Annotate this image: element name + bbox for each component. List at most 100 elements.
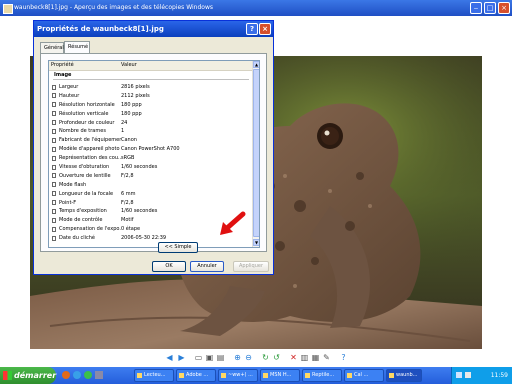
cancel-button[interactable]: Annuler bbox=[190, 261, 224, 272]
taskbar-button[interactable]: Cal ... bbox=[344, 369, 384, 382]
taskbar-button[interactable]: Reptile... bbox=[302, 369, 342, 382]
taskbar-button-active[interactable]: waunb... bbox=[386, 369, 422, 382]
scrollbar-thumb[interactable] bbox=[253, 69, 259, 237]
media-player-icon[interactable] bbox=[62, 371, 70, 379]
property-name: Représentation des cou... bbox=[59, 155, 121, 162]
property-name: Mode de contrôle bbox=[59, 217, 103, 224]
viewer-title: waunbeck8[1].jpg - Aperçu des images et … bbox=[14, 4, 213, 11]
document-icon bbox=[52, 235, 56, 241]
property-value: 6 mm bbox=[121, 190, 136, 197]
list-item[interactable]: Résolution verticale 180 ppp bbox=[49, 110, 252, 119]
messenger-icon[interactable] bbox=[84, 371, 92, 379]
clock[interactable]: 11:59 bbox=[491, 367, 508, 384]
network-icon[interactable] bbox=[456, 372, 462, 378]
copy-to-icon[interactable]: ▦ bbox=[311, 353, 320, 362]
edit-icon[interactable]: ✎ bbox=[322, 353, 331, 362]
rotate-counterclockwise-icon[interactable]: ↺ bbox=[272, 353, 281, 362]
maximize-button[interactable]: □ bbox=[484, 2, 496, 14]
slideshow-icon[interactable]: ▤ bbox=[216, 353, 225, 362]
property-name: Point-F bbox=[59, 199, 77, 206]
property-value: sRGB bbox=[121, 155, 135, 162]
next-image-icon[interactable]: ▶ bbox=[177, 353, 186, 362]
list-header: Propriété Valeur bbox=[49, 61, 252, 71]
ok-button[interactable]: OK bbox=[152, 261, 186, 272]
list-item[interactable]: Longueur de la focale 6 mm bbox=[49, 190, 252, 199]
property-name: Nombre de trames bbox=[59, 128, 106, 135]
document-icon bbox=[52, 164, 56, 170]
document-icon bbox=[52, 173, 56, 179]
taskbar-button-label: Reptile... bbox=[312, 372, 335, 378]
document-icon bbox=[52, 137, 56, 143]
property-name: Compensation de l'expo... bbox=[59, 226, 121, 233]
document-icon bbox=[52, 200, 56, 206]
start-button[interactable]: démarrer bbox=[0, 367, 56, 384]
delete-icon[interactable]: ✕ bbox=[289, 353, 298, 362]
document-icon bbox=[52, 146, 56, 152]
property-name: Résolution verticale bbox=[59, 110, 109, 117]
property-name: Longueur de la focale bbox=[59, 190, 114, 197]
list-scrollbar[interactable]: ▲ ▼ bbox=[252, 61, 259, 247]
document-icon bbox=[52, 226, 56, 232]
print-icon[interactable]: ▥ bbox=[300, 353, 309, 362]
property-value: 1 bbox=[121, 128, 125, 135]
dialog-close-button[interactable]: × bbox=[259, 23, 271, 35]
list-item[interactable]: Nombre de trames 1 bbox=[49, 127, 252, 136]
column-header-property[interactable]: Propriété bbox=[51, 61, 74, 70]
document-icon bbox=[52, 111, 56, 117]
property-value: Canon bbox=[121, 137, 137, 144]
actual-size-icon[interactable]: ▣ bbox=[205, 353, 214, 362]
help-icon[interactable]: ? bbox=[339, 353, 348, 362]
minimize-button[interactable]: ‒ bbox=[470, 2, 482, 14]
taskbar-button[interactable]: Adobe ... bbox=[176, 369, 216, 382]
viewer-title-bar: waunbeck8[1].jpg - Aperçu des images et … bbox=[0, 0, 512, 16]
internet-explorer-icon[interactable] bbox=[73, 371, 81, 379]
zoom-out-icon[interactable]: ⊖ bbox=[244, 353, 253, 362]
group-divider bbox=[53, 79, 249, 80]
list-item[interactable]: Profondeur de couleur 24 bbox=[49, 119, 252, 128]
close-button[interactable]: × bbox=[498, 2, 510, 14]
list-item[interactable]: Hauteur 2112 pixels bbox=[49, 92, 252, 101]
scroll-up-arrow-icon[interactable]: ▲ bbox=[253, 61, 259, 68]
start-label: démarrer bbox=[14, 371, 57, 380]
list-item[interactable]: Point-F F/2,8 bbox=[49, 199, 252, 208]
best-fit-icon[interactable]: ▭ bbox=[194, 353, 203, 362]
simple-view-button[interactable]: << Simple bbox=[158, 242, 198, 253]
app-icon bbox=[263, 373, 268, 378]
scroll-down-arrow-icon[interactable]: ▼ bbox=[253, 239, 259, 246]
app-icon bbox=[347, 373, 352, 378]
previous-image-icon[interactable]: ◀ bbox=[165, 353, 174, 362]
property-name: Mode flash bbox=[59, 181, 87, 188]
taskbar-button[interactable]: Lecteu... bbox=[134, 369, 174, 382]
annotation-arrow-icon bbox=[220, 211, 246, 235]
apply-button: Appliquer bbox=[233, 261, 269, 272]
app-icon bbox=[305, 373, 310, 378]
list-item[interactable]: Fabricant de l'équipement Canon bbox=[49, 136, 252, 145]
volume-icon[interactable] bbox=[465, 372, 471, 378]
column-header-value[interactable]: Valeur bbox=[121, 61, 137, 70]
document-icon bbox=[52, 120, 56, 126]
list-item[interactable]: Mode flash bbox=[49, 181, 252, 190]
list-item[interactable]: Représentation des cou... sRGB bbox=[49, 154, 252, 163]
property-value: F/2,8 bbox=[121, 172, 134, 179]
property-value: 1/60 secondes bbox=[121, 208, 158, 215]
list-item[interactable]: Modèle d'appareil photo Canon PowerShot A… bbox=[49, 145, 252, 154]
list-item[interactable]: Vitesse d'obturation 1/60 secondes bbox=[49, 163, 252, 172]
image-viewer-icon bbox=[3, 4, 13, 14]
dialog-help-button[interactable]: ? bbox=[246, 23, 258, 35]
property-name: Profondeur de couleur bbox=[59, 119, 115, 126]
tab-general[interactable]: Général bbox=[40, 42, 64, 53]
property-value: 180 ppp bbox=[121, 110, 142, 117]
tab-summary[interactable]: Résumé bbox=[64, 41, 90, 53]
list-item[interactable]: Largeur 2816 pixels bbox=[49, 83, 252, 92]
dialog-title: Propriétés de waunbeck8[1].jpg bbox=[37, 25, 164, 33]
document-icon bbox=[52, 84, 56, 90]
document-icon bbox=[52, 128, 56, 134]
list-item[interactable]: Ouverture de lentille F/2,8 bbox=[49, 172, 252, 181]
taskbar-button[interactable]: MSN H... bbox=[260, 369, 300, 382]
zoom-in-icon[interactable]: ⊕ bbox=[233, 353, 242, 362]
show-desktop-icon[interactable] bbox=[95, 371, 103, 379]
rotate-clockwise-icon[interactable]: ↻ bbox=[261, 353, 270, 362]
taskbar-button[interactable]: ~ww+( ... bbox=[218, 369, 258, 382]
property-name: Vitesse d'obturation bbox=[59, 164, 110, 171]
list-item[interactable]: Résolution horizontale 180 ppp bbox=[49, 101, 252, 110]
